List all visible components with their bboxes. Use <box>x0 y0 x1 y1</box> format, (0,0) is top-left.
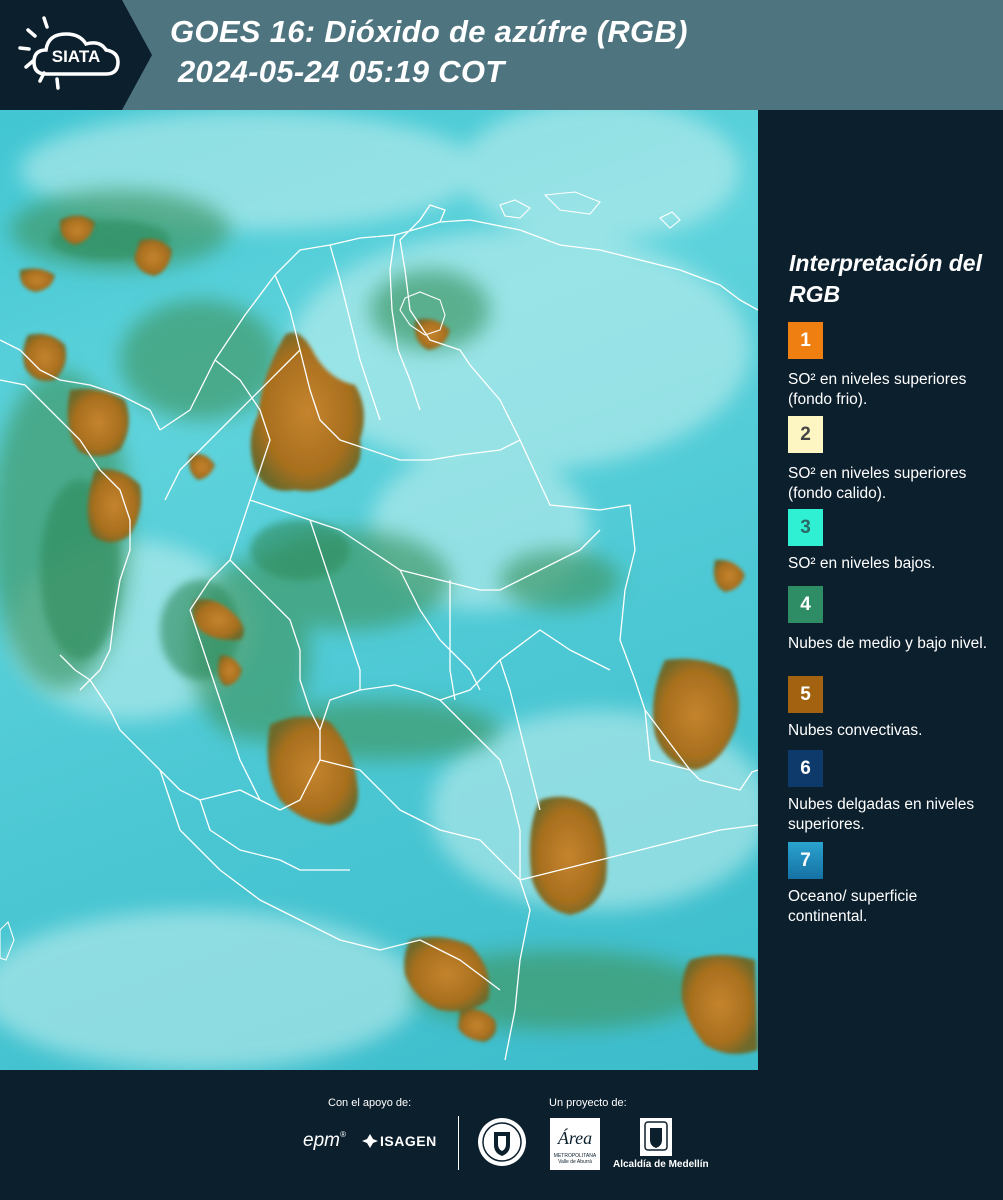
legend-label-5: Nubes convectivas. <box>788 722 923 739</box>
legend-swatch-3: 3 <box>788 509 823 546</box>
legend-swatch-6: 6 <box>788 750 823 787</box>
area-logo-text: Área <box>557 1128 593 1148</box>
legend-item-4: 4 Nubes de medio y bajo nivel. <box>788 586 988 654</box>
legend-swatch-4: 4 <box>788 586 823 623</box>
legend-item-7: 7 Oceano/ superficie continental. <box>788 842 988 927</box>
legend-item-3: 3 SO² en niveles bajos. <box>788 509 988 574</box>
isagen-mark-icon <box>362 1134 378 1148</box>
legend-item-2: 2 SO² en niveles superiores (fondo calid… <box>788 416 988 504</box>
page-title: GOES 16: Dióxido de azúfre (RGB) <box>170 14 688 49</box>
legend-swatch-5: 5 <box>788 676 823 713</box>
alcaldia-logo-text: Alcaldía de Medellín <box>613 1159 709 1170</box>
page-timestamp: 2024-05-24 05:19 COT <box>178 54 505 89</box>
medellin-seal-logo <box>477 1117 527 1167</box>
area-metropolitana-logo: Área METROPOLITANA Valle de Aburrá <box>550 1118 600 1170</box>
legend-label-4: Nubes de medio y bajo nivel. <box>788 635 988 652</box>
isagen-logo: ISAGEN <box>362 1133 437 1149</box>
footer-divider <box>458 1116 459 1170</box>
header-bar: SIATA GOES 16: Dióxido de azúfre (RGB) 2… <box>0 0 1003 110</box>
siata-logo: SIATA <box>0 0 152 110</box>
project-label: Un proyecto de: <box>549 1097 627 1109</box>
legend-item-1: 1 SO² en niveles superiores (fondo frio)… <box>788 322 988 410</box>
support-label: Con el apoyo de: <box>328 1097 412 1109</box>
area-logo-sub2: Valle de Aburrá <box>558 1159 592 1165</box>
legend-item-5: 5 Nubes convectivas. <box>788 676 988 741</box>
epm-logo: epm® <box>303 1130 346 1151</box>
legend-swatch-1: 1 <box>788 322 823 359</box>
satellite-map <box>0 110 758 1070</box>
legend-label-1: SO² en niveles superiores (fondo frio). <box>788 371 967 408</box>
legend-title: Interpretación del RGB <box>789 250 982 307</box>
legend-label-3: SO² en niveles bajos. <box>788 555 936 572</box>
logo-text: SIATA <box>52 47 100 66</box>
legend-label-2: SO² en niveles superiores (fondo calido)… <box>788 465 967 502</box>
epm-logo-text: epm <box>303 1130 340 1151</box>
isagen-logo-text: ISAGEN <box>380 1133 437 1149</box>
legend-swatch-7: 7 <box>788 842 823 879</box>
alcaldia-shield-icon <box>640 1118 672 1156</box>
legend-item-6: 6 Nubes delgadas en niveles superiores. <box>788 750 988 835</box>
legend-label-7: Oceano/ superficie continental. <box>788 888 918 925</box>
legend-label-6: Nubes delgadas en niveles superiores. <box>788 796 975 833</box>
legend-swatch-2: 2 <box>788 416 823 453</box>
